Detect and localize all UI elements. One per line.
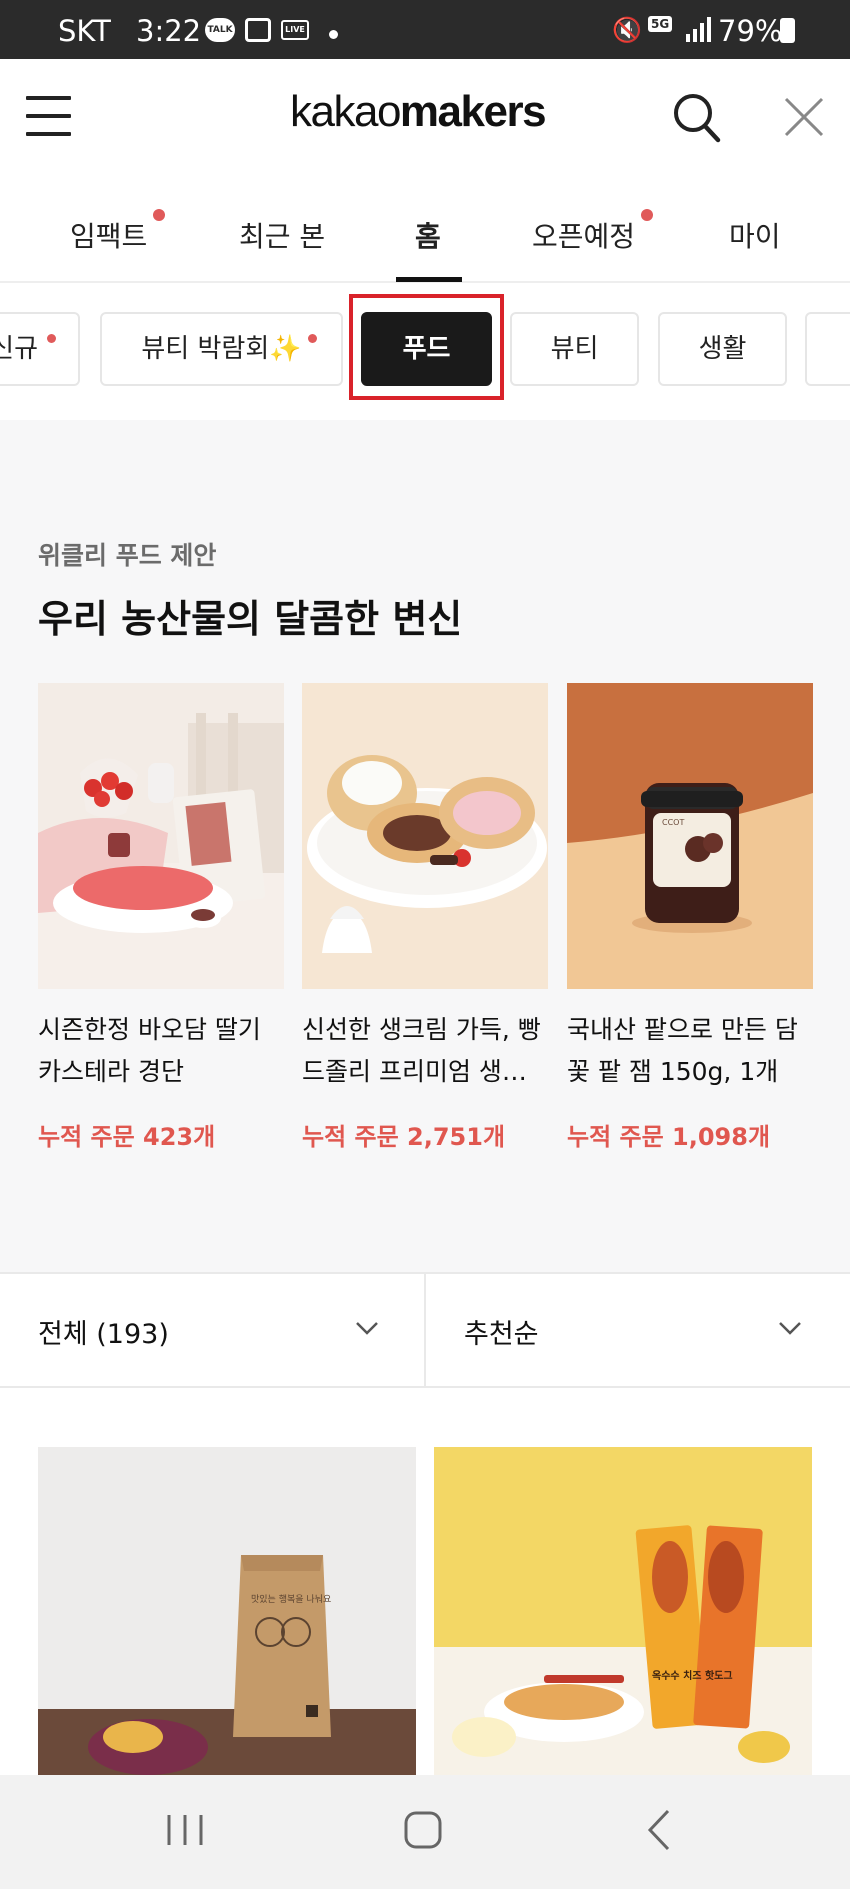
- live-icon: LIVE: [281, 20, 309, 40]
- tab-home[interactable]: 홈: [415, 215, 441, 255]
- battery-icon: [780, 18, 795, 43]
- tab-impact[interactable]: 임팩트: [70, 209, 166, 255]
- weekly-food-section: 위클리 푸드 제안 우리 농산물의 달콤한 변신 시즌한정 바오담 딸기 카스테…: [0, 420, 850, 1272]
- chip-new[interactable]: 신규: [0, 312, 80, 386]
- product-image: [38, 683, 284, 989]
- close-icon[interactable]: [782, 95, 826, 139]
- kakaotalk-icon: TALK: [205, 18, 235, 42]
- section-eyebrow: 위클리 푸드 제안: [38, 541, 217, 570]
- new-dot-icon: [47, 334, 56, 343]
- search-icon[interactable]: [672, 91, 722, 145]
- order-count: 누적 주문 423개: [38, 1123, 216, 1151]
- tab-my[interactable]: 마이: [729, 215, 781, 255]
- tab-recent[interactable]: 최근 본: [239, 215, 325, 255]
- chip-label: 생활: [698, 334, 747, 364]
- tab-upcoming[interactable]: 오픈예정: [532, 209, 654, 255]
- tab-label: 오픈예정: [532, 220, 636, 253]
- 5g-icon: 5G: [648, 16, 673, 32]
- logo-bold-text: makers: [399, 87, 547, 136]
- kakaomakers-logo[interactable]: kakaomakers: [290, 87, 547, 137]
- category-filter-label: 전체 (193): [38, 1319, 169, 1350]
- mute-icon: 🔇: [612, 16, 642, 44]
- back-icon[interactable]: [630, 1805, 690, 1855]
- product-name: 국내산 팥으로 만든 담꽃 팥 잼 150g, 1개: [567, 1015, 798, 1086]
- menu-icon[interactable]: [26, 96, 72, 136]
- signal-icon: [686, 17, 711, 42]
- chevron-down-icon: [356, 1322, 378, 1335]
- notification-dot-icon: [329, 30, 338, 39]
- category-filter-dropdown[interactable]: 전체 (193): [0, 1274, 424, 1386]
- filter-bar: 전체 (193) 추천순: [0, 1272, 850, 1388]
- product-image: [302, 683, 548, 989]
- clock: 3:22: [136, 14, 202, 48]
- gallery-icon: [245, 18, 271, 42]
- pack-text: 옥수수 치즈 핫도그: [652, 1669, 733, 1682]
- tab-label: 홈: [415, 220, 441, 253]
- tab-label: 최근 본: [239, 220, 326, 253]
- battery-percent: 79%: [718, 14, 783, 48]
- tab-label: 마이: [729, 220, 781, 253]
- app-header: kakaomakers: [0, 59, 850, 179]
- sort-dropdown[interactable]: 추천순: [426, 1274, 850, 1386]
- order-count: 누적 주문 2,751개: [302, 1123, 506, 1151]
- bag-text: 맛있는 행복을 나눠요: [251, 1593, 331, 1605]
- chip-living[interactable]: 생활: [658, 312, 787, 386]
- chip-label: 뷰티 박람회✨: [141, 334, 302, 364]
- chip-label: 뷰티: [550, 334, 599, 364]
- recent-apps-icon[interactable]: [155, 1805, 215, 1855]
- active-tab-indicator: [396, 277, 462, 282]
- product-card-image[interactable]: 옥수수 치즈 핫도그: [434, 1447, 812, 1777]
- product-name: 신선한 생크림 가득, 빵드졸리 프리미엄 생…: [302, 1015, 541, 1086]
- logo-light-text: kakao: [290, 87, 401, 136]
- svg-text:CCOT: CCOT: [662, 818, 684, 827]
- home-icon[interactable]: [393, 1805, 453, 1855]
- product-image: CCOT: [567, 683, 813, 989]
- order-count: 누적 주문 1,098개: [567, 1123, 771, 1151]
- section-title: 우리 농산물의 달콤한 변신: [38, 597, 463, 641]
- main-tabs: 임팩트 최근 본 홈 오픈예정 마이: [0, 179, 850, 283]
- product-card-image[interactable]: 맛있는 행복을 나눠요: [38, 1447, 416, 1777]
- selection-highlight-box: [349, 294, 504, 400]
- carrier-label: SKT: [58, 14, 111, 48]
- tab-label: 임팩트: [70, 220, 148, 253]
- new-dot-icon: [641, 209, 654, 221]
- chevron-down-icon: [779, 1322, 801, 1335]
- system-nav-bar: [0, 1775, 850, 1889]
- chip-next[interactable]: [805, 312, 850, 386]
- chip-beauty-expo[interactable]: 뷰티 박람회✨: [100, 312, 343, 386]
- product-name: 시즌한정 바오담 딸기 카스테라 경단: [38, 1015, 261, 1086]
- category-chips: 신규 뷰티 박람회✨ 푸드 뷰티 생활: [0, 285, 850, 420]
- status-bar: SKT 3:22 TALK LIVE 🔇 5G 79%: [0, 0, 850, 59]
- chip-label: 신규: [0, 334, 38, 364]
- new-dot-icon: [153, 209, 166, 221]
- chip-beauty[interactable]: 뷰티: [510, 312, 639, 386]
- sort-label: 추천순: [464, 1319, 539, 1350]
- new-dot-icon: [308, 334, 317, 343]
